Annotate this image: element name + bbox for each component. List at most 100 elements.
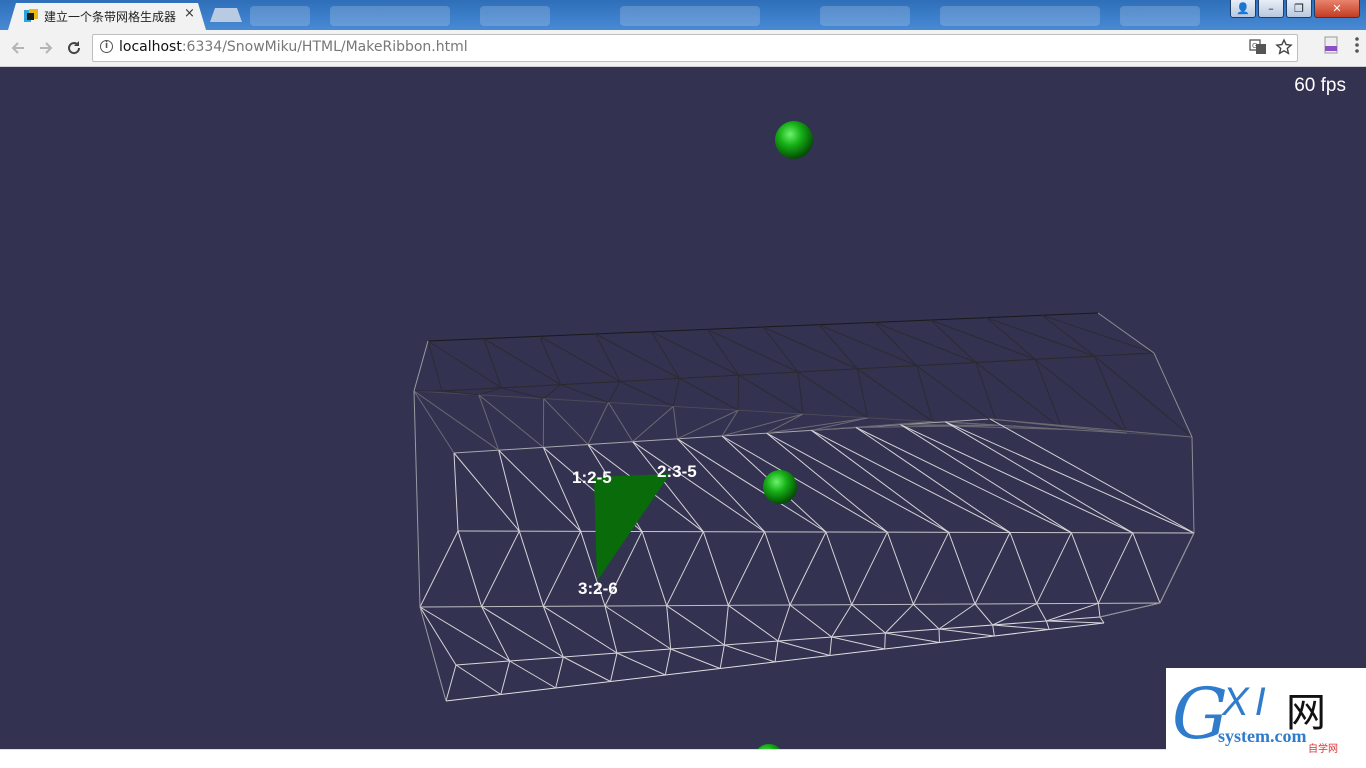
tab-close-icon[interactable]: × (184, 6, 195, 21)
mesh-edge (974, 603, 994, 626)
mesh-edge (855, 427, 1072, 534)
mesh-edge (1153, 352, 1193, 438)
mesh-edge (945, 421, 1195, 534)
mesh-edge (563, 656, 611, 682)
mesh-edge (518, 531, 544, 607)
mesh-edge (857, 368, 933, 423)
control-sphere-middle[interactable] (763, 470, 797, 504)
mesh-edge (413, 390, 455, 454)
mesh-edge (724, 644, 776, 663)
vertex-label-3: 3:2-6 (578, 579, 618, 598)
mesh-edge (719, 644, 725, 669)
mesh-edge (608, 402, 634, 442)
mesh-edge (723, 605, 729, 646)
mesh-edge (1009, 532, 1038, 604)
mesh-edge (413, 390, 499, 451)
mesh-edge (610, 652, 618, 682)
mesh-edge (679, 377, 739, 411)
mesh-edge (1046, 602, 1099, 622)
bottom-strip (0, 749, 1366, 768)
user-profile-icon[interactable]: 👤 (1230, 0, 1256, 18)
mesh-edge (619, 381, 674, 407)
mesh-edge (1036, 603, 1047, 622)
site-info-icon[interactable]: i (100, 40, 113, 53)
mesh-edge (1097, 312, 1155, 354)
mesh-edge (728, 604, 779, 642)
mesh-edge (498, 449, 582, 532)
mesh-edge (975, 362, 998, 426)
mesh-edge (666, 605, 725, 646)
mesh-edge (670, 648, 721, 669)
mesh-edge (457, 530, 483, 607)
mesh-edge (1097, 603, 1101, 618)
mesh-edge (938, 628, 940, 643)
mesh-edge (948, 532, 976, 605)
mesh-edge (595, 333, 680, 379)
mesh-edge (930, 319, 977, 363)
mesh-edge (811, 429, 1011, 533)
control-sphere-top[interactable] (775, 121, 813, 159)
mesh-edge (764, 531, 791, 606)
mesh-edge (986, 317, 1036, 360)
reload-button[interactable] (62, 36, 86, 60)
mesh-edge (1097, 532, 1134, 604)
mesh-edge (818, 324, 858, 370)
mesh-edge (483, 338, 561, 386)
mesh-edge (419, 606, 457, 666)
mesh-edge (666, 531, 704, 606)
mesh-edge (1041, 314, 1095, 357)
mesh-edge (721, 435, 888, 533)
mesh-edge (453, 452, 459, 532)
mesh-edge (419, 606, 447, 702)
address-bar[interactable]: i localhost:6334/SnowMiku/HTML/MakeRibbo… (92, 34, 1298, 62)
mesh-edge (543, 605, 618, 654)
mesh-edge (1070, 532, 1099, 604)
mesh-edge (886, 531, 914, 605)
mesh-edge (419, 530, 459, 608)
mesh-edge (856, 368, 869, 418)
translate-icon[interactable]: G (1249, 38, 1267, 56)
mesh-edge (542, 447, 582, 532)
mesh-edge (672, 378, 680, 407)
mesh-edge (1099, 602, 1161, 618)
mesh-edge (831, 636, 885, 650)
mesh-edge (542, 606, 564, 658)
mesh-edge (445, 664, 457, 702)
mesh-edge (608, 381, 621, 403)
mesh-edge (797, 371, 869, 419)
webgl-viewport[interactable]: 60 fps 1:2-5 2:3-5 3:2-6 (0, 67, 1366, 749)
maximize-button[interactable]: ❐ (1286, 0, 1312, 18)
pdf-extension-icon[interactable] (1322, 36, 1340, 54)
tab-strip: 建立一个条带网格生成器 × 👤 – ❐ ✕ (0, 0, 1366, 30)
url-text[interactable]: localhost:6334/SnowMiku/HTML/MakeRibbon.… (119, 39, 468, 55)
mesh-edge (851, 604, 886, 634)
minimize-button[interactable]: – (1258, 0, 1284, 18)
more-menu-icon[interactable] (1354, 36, 1360, 54)
new-tab-button[interactable] (210, 8, 242, 22)
mesh-edge (543, 384, 561, 400)
mesh-edge (1094, 355, 1193, 438)
mesh-edge (702, 531, 729, 606)
mesh-edge (616, 652, 666, 676)
mesh-edge (738, 374, 804, 415)
mesh-edge (884, 603, 914, 634)
mesh-edge (666, 605, 672, 650)
back-button[interactable] (6, 36, 30, 60)
bookmark-star-icon[interactable] (1275, 38, 1293, 56)
reload-icon (68, 41, 81, 55)
svg-text:G: G (1252, 42, 1257, 50)
mesh-edge (1159, 532, 1195, 604)
forward-button[interactable] (34, 36, 58, 60)
mesh-edge (509, 660, 556, 689)
mesh-edge (604, 605, 671, 650)
mesh-edge (974, 532, 1011, 605)
mesh-edge (930, 319, 1036, 360)
close-window-button[interactable]: ✕ (1314, 0, 1360, 18)
tab-active[interactable]: 建立一个条带网格生成器 × (8, 3, 206, 30)
mesh-edge (818, 324, 917, 367)
mesh-edge (632, 405, 674, 443)
mesh-edge (413, 390, 421, 608)
mesh-edge (641, 531, 668, 606)
mesh-edge (789, 531, 827, 606)
mesh-edge (945, 421, 1133, 534)
